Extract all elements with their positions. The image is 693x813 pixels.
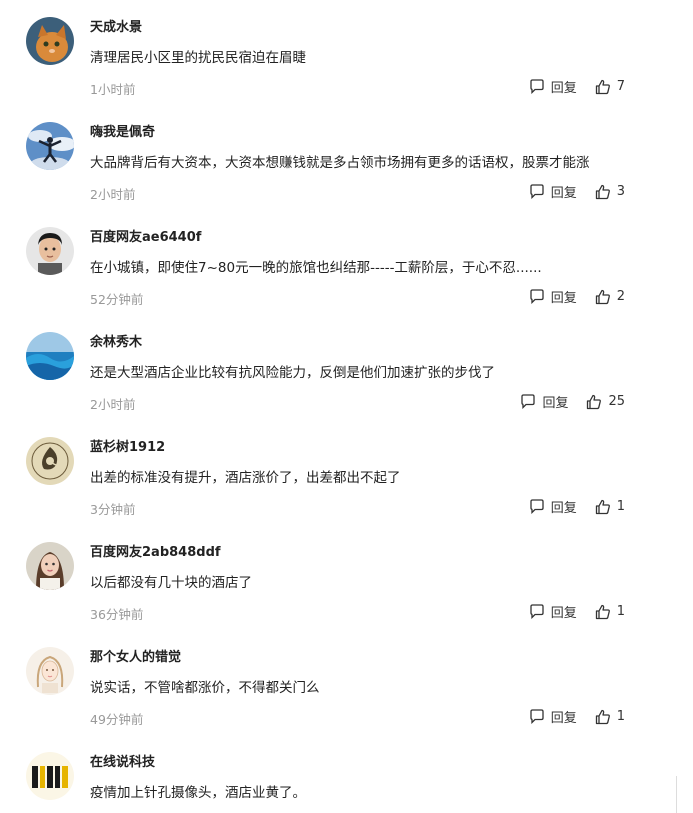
comment-text: 大品牌背后有大资本，大资本想赚钱就是多占领市场拥有更多的话语权，股票才能涨 bbox=[90, 155, 590, 171]
comment-actions: 回复 3 bbox=[529, 182, 625, 201]
like-count: 1 bbox=[616, 604, 625, 619]
reply-icon bbox=[530, 709, 544, 724]
reply-button[interactable]: 回复 bbox=[529, 182, 577, 201]
scrollbar-track[interactable] bbox=[676, 776, 677, 813]
comment-actions: 回复 7 bbox=[529, 77, 625, 96]
timestamp: 52分钟前 bbox=[90, 292, 144, 307]
comment-item: 百度网友2ab848ddf 以后都没有几十块的酒店了 36分钟前 回复 1 bbox=[0, 525, 693, 630]
thumbs-up-icon bbox=[595, 79, 610, 94]
like-button[interactable]: 1 bbox=[595, 499, 625, 515]
like-button[interactable]: 3 bbox=[595, 184, 625, 200]
avatar[interactable] bbox=[26, 647, 74, 695]
comment-item: 天成水景 清理居民小区里的扰民民宿迫在眉睫 1小时前 回复 7 bbox=[0, 0, 693, 105]
reply-icon bbox=[530, 289, 544, 304]
reply-icon bbox=[530, 79, 544, 94]
comment-actions: 回复 2 bbox=[529, 287, 625, 306]
reply-button[interactable]: 回复 bbox=[529, 287, 577, 306]
timestamp: 36分钟前 bbox=[90, 607, 144, 622]
reply-label: 回复 bbox=[550, 81, 577, 96]
avatar[interactable] bbox=[26, 332, 74, 380]
thumbs-up-icon bbox=[587, 394, 602, 409]
reply-label: 回复 bbox=[542, 396, 569, 411]
thumbs-up-icon bbox=[595, 499, 610, 514]
thumbs-up-icon bbox=[595, 709, 610, 724]
reply-icon bbox=[530, 184, 544, 199]
woman-portrait-avatar-icon bbox=[26, 542, 74, 590]
comment-item: 在线说科技 疫情加上针孔摄像头，酒店业黄了。 bbox=[0, 735, 693, 813]
reply-label: 回复 bbox=[550, 291, 577, 306]
timestamp: 3分钟前 bbox=[90, 502, 136, 517]
timestamp: 1小时前 bbox=[90, 82, 136, 97]
timestamp: 49分钟前 bbox=[90, 712, 144, 727]
avatar[interactable] bbox=[26, 752, 74, 800]
user-name[interactable]: 在线说科技 bbox=[90, 751, 155, 770]
comment-text: 在小城镇，即使住7~80元一晚的旅馆也纠结那-----工薪阶层，于心不忍....… bbox=[90, 260, 542, 276]
avatar[interactable] bbox=[26, 437, 74, 485]
man-portrait-avatar-icon bbox=[26, 227, 74, 275]
reply-button[interactable]: 回复 bbox=[529, 77, 577, 96]
comment-item: 嗨我是佩奇 大品牌背后有大资本，大资本想赚钱就是多占领市场拥有更多的话语权，股票… bbox=[0, 105, 693, 210]
reply-button[interactable]: 回复 bbox=[529, 602, 577, 621]
like-count: 1 bbox=[616, 709, 625, 724]
reply-label: 回复 bbox=[550, 501, 577, 516]
like-count: 2 bbox=[616, 289, 625, 304]
avatar[interactable] bbox=[26, 17, 74, 65]
thumbs-up-icon bbox=[595, 604, 610, 619]
like-count: 25 bbox=[608, 394, 625, 409]
avatar[interactable] bbox=[26, 542, 74, 590]
comment-actions: 回复 25 bbox=[520, 392, 625, 411]
comment-item: 余林秀木 还是大型酒店企业比较有抗风险能力，反倒是他们加速扩张的步伐了 2小时前… bbox=[0, 315, 693, 420]
avatar[interactable] bbox=[26, 122, 74, 170]
thumbs-up-icon bbox=[595, 184, 610, 199]
comment-text: 还是大型酒店企业比较有抗风险能力，反倒是他们加速扩张的步伐了 bbox=[90, 365, 495, 381]
comment-text: 说实话，不管啥都涨价，不得都关门么 bbox=[90, 680, 320, 696]
reply-button[interactable]: 回复 bbox=[520, 392, 568, 411]
like-button[interactable]: 7 bbox=[595, 79, 625, 95]
reply-label: 回复 bbox=[550, 186, 577, 201]
reply-button[interactable]: 回复 bbox=[529, 497, 577, 516]
user-name[interactable]: 百度网友ae6440f bbox=[90, 226, 201, 245]
reply-label: 回复 bbox=[550, 711, 577, 726]
like-button[interactable]: 2 bbox=[595, 289, 625, 305]
comment-actions: 回复 1 bbox=[529, 602, 625, 621]
reply-button[interactable]: 回复 bbox=[529, 707, 577, 726]
comment-text: 以后都没有几十块的酒店了 bbox=[90, 575, 252, 591]
user-name[interactable]: 百度网友2ab848ddf bbox=[90, 541, 221, 560]
comment-actions: 回复 1 bbox=[529, 497, 625, 516]
timestamp: 2小时前 bbox=[90, 397, 136, 412]
like-button[interactable]: 1 bbox=[595, 604, 625, 620]
timestamp: 2小时前 bbox=[90, 187, 136, 202]
reply-icon bbox=[530, 499, 544, 514]
comment-item: 那个女人的错觉 说实话，不管啥都涨价，不得都关门么 49分钟前 回复 1 bbox=[0, 630, 693, 735]
comment-text: 出差的标准没有提升，酒店涨价了，出差都出不起了 bbox=[90, 470, 401, 486]
reply-icon bbox=[521, 394, 536, 409]
reply-icon bbox=[530, 604, 544, 619]
avatar[interactable] bbox=[26, 227, 74, 275]
comment-item: 百度网友ae6440f 在小城镇，即使住7~80元一晚的旅馆也纠结那-----工… bbox=[0, 210, 693, 315]
like-button[interactable]: 25 bbox=[586, 394, 625, 410]
comment-text: 疫情加上针孔摄像头，酒店业黄了。 bbox=[90, 785, 306, 801]
user-name[interactable]: 余林秀木 bbox=[90, 331, 142, 350]
sky-jump-avatar-icon bbox=[26, 122, 74, 170]
reply-label: 回复 bbox=[550, 606, 577, 621]
cat-photo-avatar-icon bbox=[26, 17, 74, 65]
user-name[interactable]: 天成水景 bbox=[90, 16, 142, 35]
comment-text: 清理居民小区里的扰民民宿迫在眉睫 bbox=[90, 50, 306, 66]
comment-item: 蓝杉树1912 出差的标准没有提升，酒店涨价了，出差都出不起了 3分钟前 回复 … bbox=[0, 420, 693, 525]
like-count: 1 bbox=[616, 499, 625, 514]
comment-actions: 回复 1 bbox=[529, 707, 625, 726]
logo-text-avatar-icon bbox=[26, 752, 74, 800]
ocean-wave-avatar-icon bbox=[26, 332, 74, 380]
thumbs-up-icon bbox=[595, 289, 610, 304]
like-count: 3 bbox=[616, 184, 625, 199]
leaf-emblem-avatar-icon bbox=[26, 437, 74, 485]
user-name[interactable]: 嗨我是佩奇 bbox=[90, 121, 155, 140]
user-name[interactable]: 那个女人的错觉 bbox=[90, 646, 181, 665]
like-count: 7 bbox=[616, 79, 625, 94]
sketch-girl-avatar-icon bbox=[26, 647, 74, 695]
user-name[interactable]: 蓝杉树1912 bbox=[90, 436, 165, 455]
like-button[interactable]: 1 bbox=[595, 709, 625, 725]
